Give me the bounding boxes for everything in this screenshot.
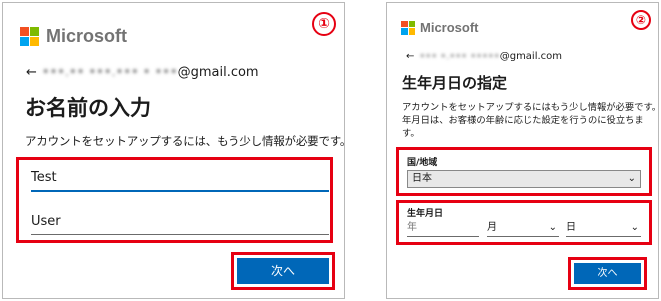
brand-name: Microsoft xyxy=(46,26,127,46)
description-line: 年月日は、お客様の年齢に応じた設定を行うのに役立ちま xyxy=(402,115,644,126)
microsoft-logo: Microsoft xyxy=(20,26,127,47)
account-back-link[interactable]: ← ••• •.••• ••••• @gmail.com xyxy=(406,51,562,62)
name-entry-panel: ① Microsoft ← •••.•• •••.••• • ••• @gmai… xyxy=(2,2,351,299)
email-domain: @gmail.com xyxy=(499,51,563,62)
day-placeholder: 日 xyxy=(566,222,576,233)
description-line: す。 xyxy=(402,128,420,139)
back-arrow-icon[interactable]: ← xyxy=(406,51,414,62)
birth-month-select[interactable]: 月 ⌄ xyxy=(487,220,559,237)
account-back-link[interactable]: ← •••.•• •••.••• • ••• @gmail.com xyxy=(26,65,259,80)
country-highlight: 国/地域 日本 ⌄ xyxy=(396,147,652,196)
chevron-down-icon: ⌄ xyxy=(627,173,636,184)
page-title: 生年月日の指定 xyxy=(402,74,508,92)
masked-email-user: •••.•• •••.••• • ••• xyxy=(41,65,178,80)
birthdate-panel: ② Microsoft ← ••• •.••• ••••• @gmail.com… xyxy=(386,2,661,299)
microsoft-logo: Microsoft xyxy=(401,20,479,35)
birth-day-select[interactable]: 日 ⌄ xyxy=(566,220,641,237)
next-button[interactable]: 次へ xyxy=(574,263,641,284)
back-arrow-icon[interactable]: ← xyxy=(26,65,37,80)
brand-name: Microsoft xyxy=(420,20,479,35)
birthdate-highlight: 生年月日 年 月 ⌄ 日 ⌄ xyxy=(396,200,652,245)
page-title: お名前の入力 xyxy=(25,96,151,120)
chevron-down-icon: ⌄ xyxy=(548,222,557,233)
step-2-badge: ② xyxy=(631,10,651,30)
email-domain: @gmail.com xyxy=(177,65,259,80)
next-button-highlight: 次へ xyxy=(568,257,647,290)
name-fields-highlight: Test User xyxy=(16,157,333,243)
country-select[interactable]: 日本 ⌄ xyxy=(407,170,641,188)
year-placeholder: 年 xyxy=(407,222,417,233)
microsoft-logo-icon xyxy=(20,27,39,46)
country-selected-value: 日本 xyxy=(412,173,432,184)
next-button[interactable]: 次へ xyxy=(237,258,329,284)
next-button-highlight: 次へ xyxy=(231,252,335,290)
masked-email-user: ••• •.••• ••••• xyxy=(419,51,500,62)
description-text: アカウントをセットアップするには、もう少し情報が必要です。 xyxy=(25,134,352,148)
microsoft-logo-icon xyxy=(401,20,415,35)
first-name-input[interactable]: Test xyxy=(31,170,329,192)
birthdate-label: 生年月日 xyxy=(407,209,444,219)
birth-year-input[interactable]: 年 xyxy=(407,220,479,237)
description-line: アカウントをセットアップするにはもう少し情報が必要です。生 xyxy=(402,102,661,113)
step-1-badge: ① xyxy=(312,12,336,36)
chevron-down-icon: ⌄ xyxy=(630,222,639,233)
month-placeholder: 月 xyxy=(487,222,497,233)
country-label: 国/地域 xyxy=(407,158,438,168)
description-text: アカウントをセットアップするにはもう少し情報が必要です。生 年月日は、お客様の年… xyxy=(402,101,661,140)
last-name-input[interactable]: User xyxy=(31,214,329,235)
